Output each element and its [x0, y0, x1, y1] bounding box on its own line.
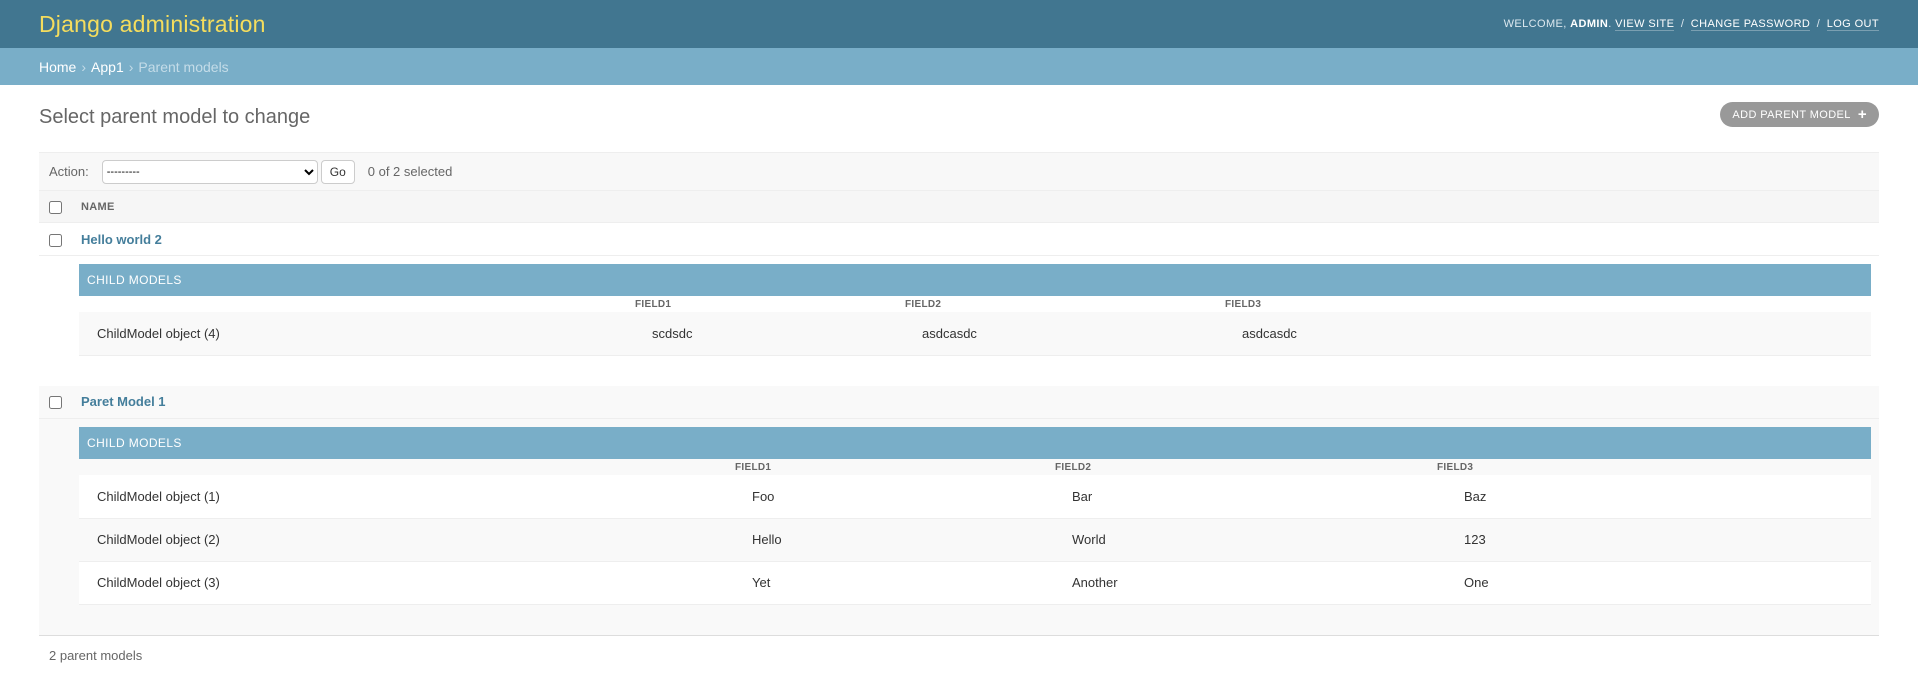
page-title: Select parent model to change — [39, 106, 311, 128]
field1-header: Field1 — [735, 461, 772, 473]
select-all-checkbox[interactable] — [49, 201, 62, 215]
action-select[interactable]: --------- — [101, 159, 318, 184]
child-models-table: Field1 Field2 Field3 ChildModel object (… — [79, 296, 1871, 356]
child-field2: World — [1054, 518, 1436, 562]
child-field3: 123 — [1436, 518, 1871, 562]
parent-model-link[interactable]: Hello world 2 — [81, 232, 162, 247]
actions-bar: Action: --------- Go 0 of 2 selected — [39, 152, 1879, 190]
user-tools: Welcome, admin. View site / Change passw… — [1503, 18, 1879, 31]
child-header-row: Field1 Field2 Field3 — [79, 296, 1871, 312]
child-row: ChildModel object (4) scdsdc asdcasdc as… — [79, 312, 1871, 356]
child-field2: asdcasdc — [904, 312, 1224, 356]
breadcrumb: Home › App1 › Parent models — [0, 48, 1918, 85]
site-branding[interactable]: Django administration — [39, 11, 266, 38]
inline-caption: Child models — [79, 427, 1871, 459]
breadcrumb-app[interactable]: App1 — [91, 59, 124, 75]
paginator: 2 parent models — [39, 634, 1879, 675]
child-object-name: ChildModel object (3) — [79, 561, 734, 605]
row-select-checkbox[interactable] — [49, 233, 62, 247]
child-object-name: ChildModel object (2) — [79, 518, 734, 562]
child-object-name: ChildModel object (4) — [79, 312, 634, 356]
field1-header: Field1 — [635, 298, 672, 310]
table-row: Paret Model 1 — [39, 385, 1879, 419]
content: Select parent model to change Add parent… — [0, 85, 1918, 675]
child-row: ChildModel object (1) Foo Bar Baz — [79, 475, 1871, 519]
table-header-row: Name — [39, 190, 1879, 223]
child-field1: Foo — [734, 475, 1054, 519]
child-field1: Hello — [734, 518, 1054, 562]
child-field2: Bar — [1054, 475, 1436, 519]
field2-header: Field2 — [905, 298, 942, 310]
inline-row: Child models Field1 Field2 Field3 ChildM… — [39, 418, 1879, 635]
child-field1: scdsdc — [634, 312, 904, 356]
inline-caption: Child models — [79, 264, 1871, 296]
plus-icon: + — [1857, 106, 1867, 123]
result-list: Name Hello world 2 Child models Field1 F… — [39, 190, 1879, 635]
child-row: ChildModel object (3) Yet Another One — [79, 561, 1871, 605]
add-button-label: Add parent model — [1732, 108, 1851, 121]
child-field1: Yet — [734, 561, 1054, 605]
field2-header: Field2 — [1055, 461, 1092, 473]
action-label: Action: — [49, 164, 89, 179]
child-field2: Another — [1054, 561, 1436, 605]
selection-counter: 0 of 2 selected — [367, 164, 453, 179]
row-select-checkbox[interactable] — [49, 396, 62, 410]
view-site-link[interactable]: View site — [1615, 18, 1675, 31]
log-out-link[interactable]: Log out — [1826, 18, 1879, 31]
header: Django administration Welcome, admin. Vi… — [0, 0, 1918, 48]
breadcrumb-home[interactable]: Home — [39, 59, 76, 75]
name-column-header[interactable]: Name — [80, 191, 1879, 223]
parent-model-link[interactable]: Paret Model 1 — [81, 394, 166, 409]
username: admin — [1570, 18, 1609, 30]
child-field3: One — [1436, 561, 1871, 605]
table-row: Hello world 2 — [39, 223, 1879, 256]
child-object-name: ChildModel object (1) — [79, 475, 734, 519]
change-password-link[interactable]: Change password — [1690, 18, 1811, 31]
child-field3: Baz — [1436, 475, 1871, 519]
welcome-text: Welcome, — [1503, 18, 1567, 30]
breadcrumb-current: Parent models — [138, 58, 229, 75]
child-row: ChildModel object (2) Hello World 123 — [79, 518, 1871, 562]
child-models-table: Field1 Field2 Field3 ChildModel object (… — [79, 459, 1871, 605]
field3-header: Field3 — [1225, 298, 1262, 310]
go-button[interactable]: Go — [320, 159, 355, 184]
inline-row: Child models Field1 Field2 Field3 ChildM… — [39, 256, 1879, 386]
field3-header: Field3 — [1437, 461, 1474, 473]
child-field3: asdcasdc — [1224, 312, 1871, 356]
add-parent-model-button[interactable]: Add parent model + — [1720, 102, 1879, 127]
child-header-row: Field1 Field2 Field3 — [79, 459, 1871, 475]
